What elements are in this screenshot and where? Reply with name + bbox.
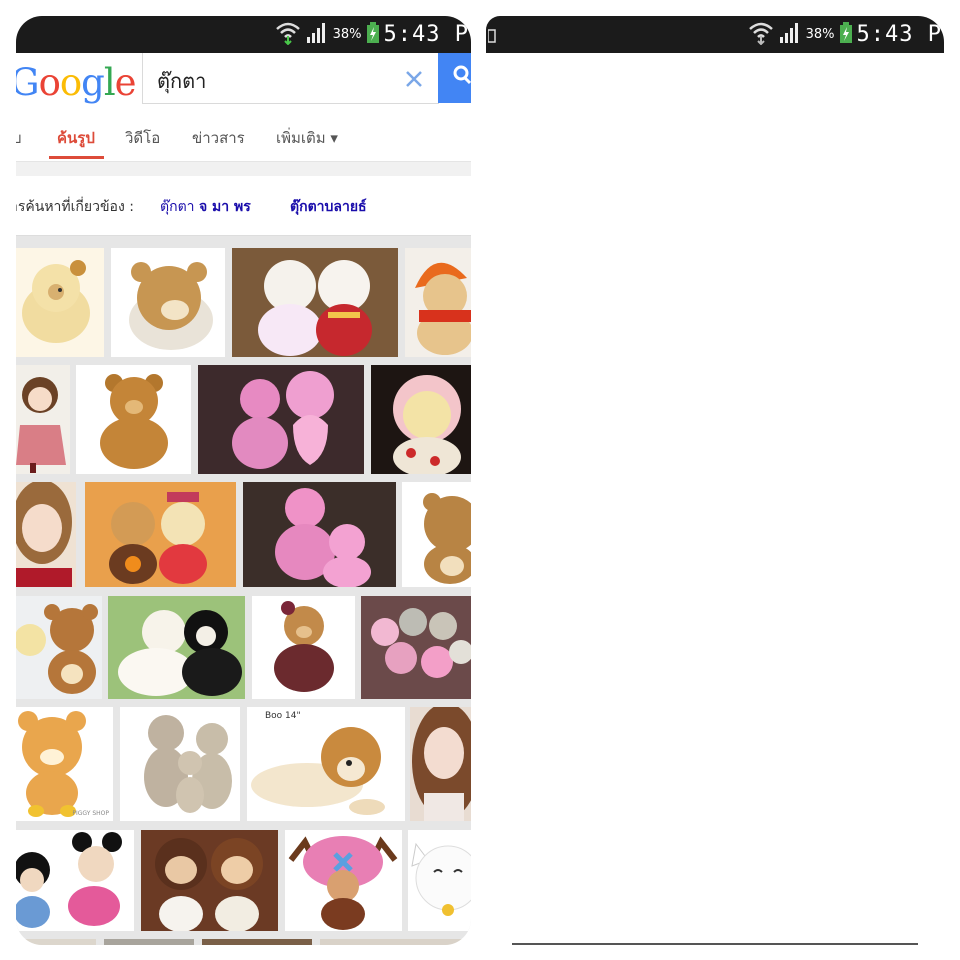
image-result-lucky-cat[interactable] bbox=[408, 830, 471, 931]
left-screenshot: 38% 5:43 P Google ตุ๊กตา ับ ค้นรูป วิดีโ… bbox=[16, 16, 471, 945]
image-result-pink-bear-group[interactable] bbox=[361, 596, 471, 699]
image-result-cream-teddy[interactable] bbox=[16, 248, 104, 357]
image-result-grey-bears-family[interactable] bbox=[120, 707, 240, 821]
status-bar: 38% 5:43 P bbox=[486, 16, 944, 53]
image-result-chopper[interactable] bbox=[285, 830, 402, 931]
image-result-monkeys[interactable] bbox=[141, 830, 278, 931]
related-search-link-2[interactable]: ตุ๊กตาบลายธ์ bbox=[290, 196, 367, 218]
related-search-link-1[interactable]: ตุ๊กตา จ มา พร bbox=[160, 196, 251, 218]
right-screenshot: 38% 5:43 P bbox=[486, 16, 944, 945]
tab-videos[interactable]: วิดีโอ bbox=[125, 126, 160, 150]
image-results-grid: PIGGY SHOP Boo 14" bbox=[16, 236, 471, 945]
battery-charging-icon bbox=[366, 21, 380, 48]
related-searches: ารค้นหาที่เกี่ยวข้อง : ตุ๊กตา จ มา พร ตุ… bbox=[16, 176, 471, 236]
search-button[interactable] bbox=[438, 53, 471, 103]
tab-news[interactable]: ข่าวสาร bbox=[192, 126, 245, 150]
related-searches-label: ารค้นหาที่เกี่ยวข้อง : bbox=[16, 199, 134, 215]
image-result-rilakkuma-halloween[interactable] bbox=[85, 482, 236, 587]
search-input[interactable]: ตุ๊กตา bbox=[142, 53, 439, 104]
clock: 5:43 P bbox=[383, 22, 469, 47]
image-result-long-hair-doll[interactable] bbox=[410, 707, 471, 821]
image-result-anime-doll[interactable] bbox=[16, 482, 76, 587]
signal-icon bbox=[305, 22, 329, 48]
wifi-icon bbox=[748, 21, 774, 49]
image-result-brown-teddy[interactable] bbox=[76, 365, 191, 474]
search-query[interactable]: ตุ๊กตา bbox=[157, 65, 206, 97]
image-result-boo-dog[interactable]: Boo 14" bbox=[247, 707, 405, 821]
image-result-partial-4[interactable] bbox=[320, 939, 471, 945]
image-result-rilakkuma-brown[interactable] bbox=[402, 482, 471, 587]
image-result-pink-bears-heart[interactable] bbox=[198, 365, 364, 474]
image-result-wedding-bears[interactable] bbox=[108, 596, 245, 699]
wifi-icon bbox=[275, 21, 301, 49]
divider bbox=[16, 162, 471, 176]
battery-charging-icon bbox=[839, 21, 853, 48]
tab-more[interactable]: เพิ่มเติม ▾ bbox=[276, 126, 338, 150]
search-icon bbox=[438, 53, 471, 107]
image-result-orange-hat-bear[interactable] bbox=[405, 248, 471, 357]
image-result-rilakkuma[interactable] bbox=[111, 248, 225, 357]
bottom-edge bbox=[512, 943, 918, 945]
image-result-pink-bears[interactable] bbox=[243, 482, 396, 587]
tab-all[interactable]: ับ bbox=[16, 126, 22, 150]
battery-percent: 38% bbox=[332, 27, 362, 42]
google-logo[interactable]: Google bbox=[16, 61, 137, 104]
image-result-mickey-minnie[interactable] bbox=[16, 830, 134, 931]
status-bar: 38% 5:43 P bbox=[16, 16, 471, 53]
image-result-couple-teddies[interactable] bbox=[232, 248, 398, 357]
thumb-caption-boo: Boo 14" bbox=[265, 711, 301, 721]
search-header: Google ตุ๊กตา bbox=[16, 53, 471, 121]
related-link-1-prefix: ตุ๊กตา bbox=[160, 199, 195, 215]
clock: 5:43 P bbox=[856, 22, 942, 47]
image-result-rilakkuma-pink-hood[interactable] bbox=[371, 365, 471, 474]
related-link-1-bold: จ มา พร bbox=[198, 199, 251, 215]
image-result-brown-teddy-dress[interactable] bbox=[252, 596, 355, 699]
image-result-partial-1[interactable] bbox=[16, 939, 96, 945]
image-result-partial-3[interactable] bbox=[202, 939, 312, 945]
search-tabs: ับ ค้นรูป วิดีโอ ข่าวสาร เพิ่มเติม ▾ bbox=[16, 114, 471, 162]
image-result-rilakkuma-pair[interactable] bbox=[16, 596, 102, 699]
tab-images[interactable]: ค้นรูป bbox=[57, 126, 95, 150]
battery-percent: 38% bbox=[805, 27, 835, 42]
image-result-doll-dress[interactable] bbox=[16, 365, 70, 474]
signal-icon bbox=[778, 22, 802, 48]
image-result-rilakkuma-orange[interactable]: PIGGY SHOP bbox=[16, 707, 113, 821]
clear-icon[interactable] bbox=[398, 59, 432, 95]
thumb-caption-shop: PIGGY SHOP bbox=[72, 810, 109, 817]
notification-icon bbox=[487, 28, 496, 47]
image-result-partial-2[interactable] bbox=[104, 939, 194, 945]
active-tab-indicator bbox=[49, 156, 104, 159]
